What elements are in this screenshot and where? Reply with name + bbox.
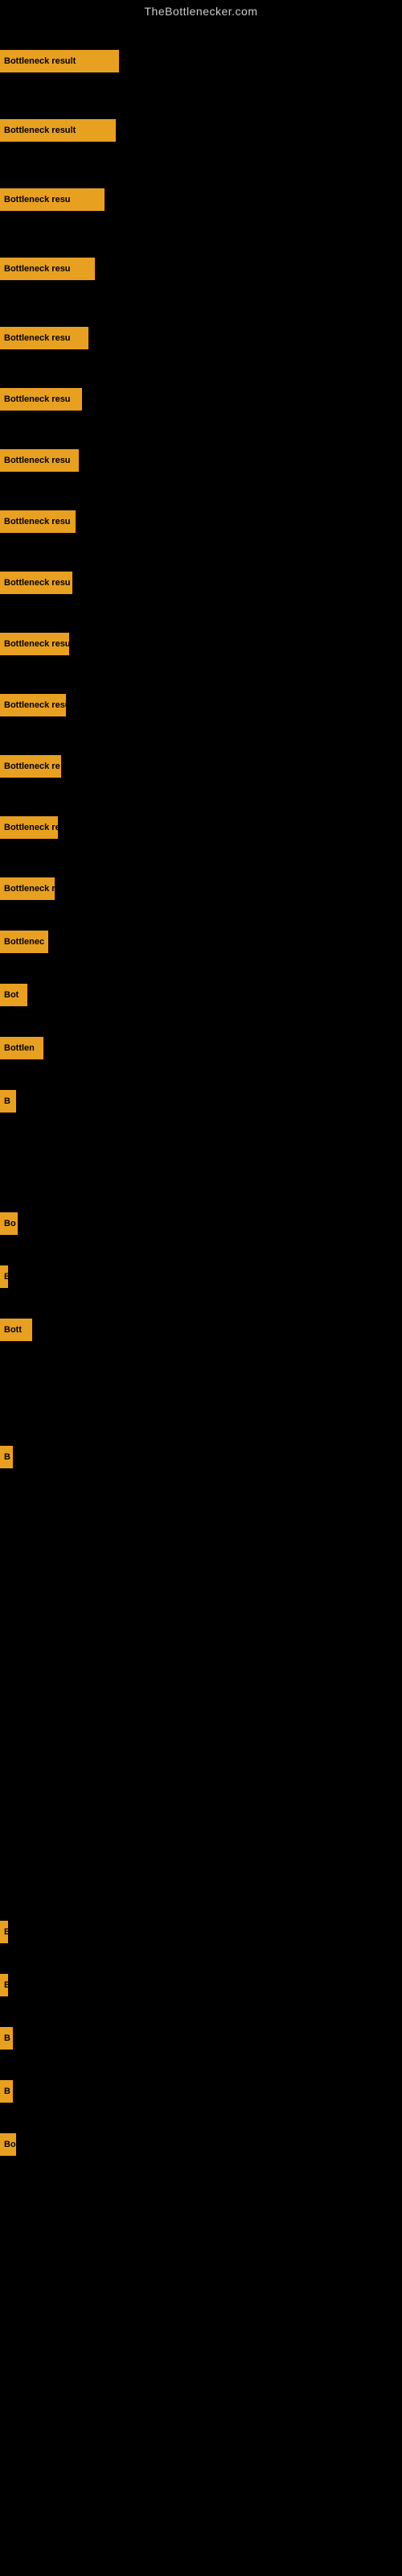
bottleneck-bar-16: Bot xyxy=(0,984,27,1006)
bottleneck-bar-5: Bottleneck resu xyxy=(0,327,88,349)
bottleneck-bar-2: Bottleneck result xyxy=(0,119,116,142)
bottleneck-label-12: Bottleneck re xyxy=(0,755,61,778)
bottleneck-label-2: Bottleneck result xyxy=(0,119,116,142)
bottleneck-label-22: B xyxy=(0,1446,13,1468)
bottleneck-bar-8: Bottleneck resu xyxy=(0,510,76,533)
bottleneck-bar-3: Bottleneck resu xyxy=(0,188,105,211)
bottleneck-label-8: Bottleneck resu xyxy=(0,510,76,533)
bottleneck-label-11: Bottleneck resu xyxy=(0,694,66,716)
bottleneck-bar-9: Bottleneck resu xyxy=(0,572,72,594)
bottleneck-label-16: Bot xyxy=(0,984,27,1006)
bottleneck-bar-13: Bottleneck re xyxy=(0,816,58,839)
bottleneck-label-15: Bottlenec xyxy=(0,931,48,953)
bottleneck-bar-22: B xyxy=(0,1446,13,1468)
bottleneck-bar-27: Bo xyxy=(0,2133,16,2156)
bottleneck-label-5: Bottleneck resu xyxy=(0,327,88,349)
bottleneck-label-13: Bottleneck re xyxy=(0,816,58,839)
bottleneck-label-9: Bottleneck resu xyxy=(0,572,72,594)
bottleneck-label-10: Bottleneck resu xyxy=(0,633,69,655)
bottleneck-bar-14: Bottleneck re xyxy=(0,877,55,900)
bottleneck-bar-18: B xyxy=(0,1090,16,1113)
bottleneck-label-18: B xyxy=(0,1090,16,1113)
bottleneck-label-19: Bo xyxy=(0,1212,18,1235)
bottleneck-label-6: Bottleneck resu xyxy=(0,388,82,411)
bottleneck-bar-24: B xyxy=(0,1974,8,1996)
bottleneck-label-27: Bo xyxy=(0,2133,16,2156)
bottleneck-label-7: Bottleneck resu xyxy=(0,449,79,472)
bottleneck-bar-20: B xyxy=(0,1265,8,1288)
bottleneck-bar-26: B xyxy=(0,2080,13,2103)
bottleneck-bar-6: Bottleneck resu xyxy=(0,388,82,411)
bottleneck-bar-19: Bo xyxy=(0,1212,18,1235)
bottleneck-bar-15: Bottlenec xyxy=(0,931,48,953)
bottleneck-label-25: B xyxy=(0,2027,13,2050)
bottleneck-bar-10: Bottleneck resu xyxy=(0,633,69,655)
bottleneck-label-14: Bottleneck re xyxy=(0,877,55,900)
bottleneck-label-24: B xyxy=(0,1974,8,1996)
bottleneck-label-4: Bottleneck resu xyxy=(0,258,95,280)
bottleneck-label-26: B xyxy=(0,2080,13,2103)
bottleneck-bar-23: B xyxy=(0,1921,8,1943)
bottleneck-bar-17: Bottlen xyxy=(0,1037,43,1059)
bottleneck-bar-1: Bottleneck result xyxy=(0,50,119,72)
site-title: TheBottlenecker.com xyxy=(0,0,402,21)
bottleneck-bar-21: Bott xyxy=(0,1319,32,1341)
bottleneck-label-23: B xyxy=(0,1921,8,1943)
bottleneck-bar-7: Bottleneck resu xyxy=(0,449,79,472)
bottleneck-label-1: Bottleneck result xyxy=(0,50,119,72)
bottleneck-bar-12: Bottleneck re xyxy=(0,755,61,778)
bottleneck-label-21: Bott xyxy=(0,1319,32,1341)
bottleneck-bar-11: Bottleneck resu xyxy=(0,694,66,716)
bottleneck-bar-4: Bottleneck resu xyxy=(0,258,95,280)
bottleneck-label-3: Bottleneck resu xyxy=(0,188,105,211)
bottleneck-bar-25: B xyxy=(0,2027,13,2050)
bottleneck-label-20: B xyxy=(0,1265,8,1288)
bottleneck-label-17: Bottlen xyxy=(0,1037,43,1059)
